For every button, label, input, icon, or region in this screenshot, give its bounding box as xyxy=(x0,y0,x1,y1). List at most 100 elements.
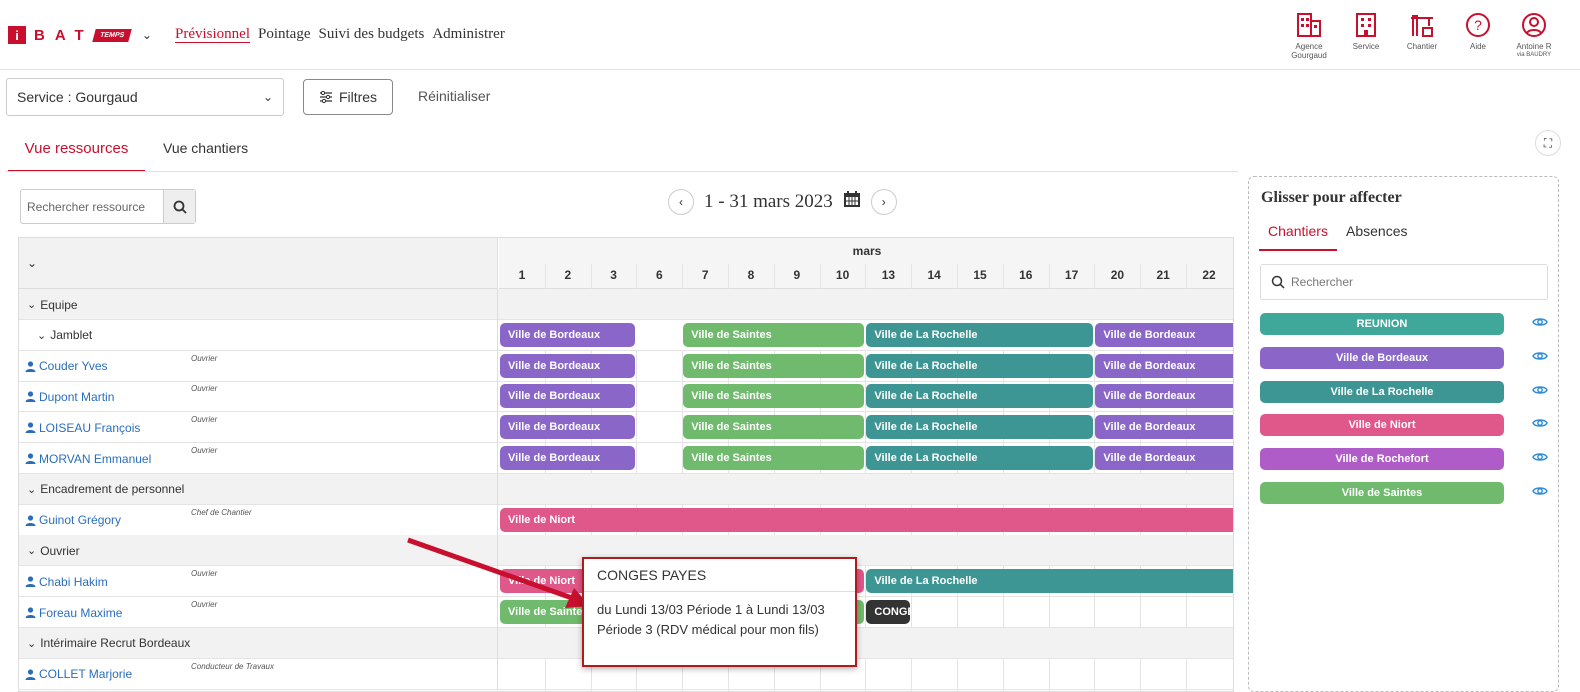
resource-role: Chef de Chantier xyxy=(191,507,252,517)
assignment-bar[interactable]: Ville de Bordeaux xyxy=(500,446,636,470)
search-icon xyxy=(1271,275,1285,289)
assignment-bar[interactable]: Ville de Bordeaux xyxy=(1095,415,1233,440)
assignment-bar[interactable]: Ville de Bordeaux xyxy=(1095,322,1233,347)
month-label: mars xyxy=(852,244,882,258)
eye-icon[interactable] xyxy=(1532,484,1548,500)
reset-button[interactable]: Réinitialiser xyxy=(418,88,490,104)
chevron-down-icon[interactable]: ⌄ xyxy=(19,298,36,311)
fullscreen-icon[interactable]: ⛶ xyxy=(1535,130,1561,156)
assignment-bar[interactable]: Ville de Bordeaux xyxy=(1095,384,1233,409)
chevron-down-icon[interactable]: ⌄ xyxy=(19,329,46,342)
assignment-bar[interactable]: Ville de Saintes xyxy=(683,353,865,378)
resource-name[interactable]: Dupont Martin xyxy=(36,390,114,404)
tooltip-title: CONGES PAYES xyxy=(584,559,855,592)
day-header: 15 xyxy=(973,268,987,282)
chevron-left-icon[interactable]: ‹ xyxy=(668,189,694,215)
nav-pointage[interactable]: Pointage xyxy=(258,26,311,43)
chantier-chip[interactable]: Ville de Bordeaux xyxy=(1260,346,1504,369)
assignment-bar[interactable]: Ville de Niort xyxy=(500,507,1233,532)
user-icon xyxy=(1522,13,1546,37)
assignment-bar[interactable]: Ville de Bordeaux xyxy=(500,415,636,440)
service-select[interactable]: Service : Gourgaud ⌄ xyxy=(6,78,284,116)
eye-icon[interactable] xyxy=(1532,416,1548,432)
chevron-down-icon[interactable]: ⌄ xyxy=(27,256,37,270)
tab-absences[interactable]: Absences xyxy=(1346,223,1407,239)
service-button[interactable]: Service xyxy=(1339,12,1393,51)
resource-name[interactable]: LOISEAU François xyxy=(36,421,140,435)
resource-name[interactable]: Chabi Hakim xyxy=(36,575,108,589)
chantier-chip[interactable]: Ville de Saintes xyxy=(1260,482,1504,504)
app-logo[interactable]: i BAT TEMPS ⌄ xyxy=(8,26,152,44)
assignment-bar[interactable]: Ville de Bordeaux xyxy=(1095,353,1233,378)
user-button[interactable]: Antoine R via BAUDRY xyxy=(1507,12,1561,60)
aide-button[interactable]: ? Aide xyxy=(1451,12,1505,51)
assignment-bar[interactable]: Ville de La Rochelle xyxy=(866,384,1094,409)
tab-vue-chantiers[interactable]: Vue chantiers xyxy=(163,140,248,156)
nav-administrer[interactable]: Administrer xyxy=(432,26,505,43)
calendar-icon[interactable] xyxy=(843,190,861,214)
resource-name[interactable]: Foreau Maxime xyxy=(36,606,122,620)
eye-icon[interactable] xyxy=(1532,349,1548,365)
chevron-down-icon[interactable]: ⌄ xyxy=(19,483,36,496)
assignment-bar[interactable]: Ville de La Rochelle xyxy=(866,353,1094,378)
resource-name[interactable]: MORVAN Emmanuel xyxy=(36,452,151,466)
agence-sub: Gourgaud xyxy=(1291,51,1327,60)
day-header: 16 xyxy=(1019,268,1033,282)
tab-chantiers[interactable]: Chantiers xyxy=(1259,221,1337,251)
resource-search[interactable]: Rechercher ressource xyxy=(20,189,196,224)
assignment-bar[interactable]: CONGES xyxy=(866,600,911,624)
chevron-down-icon[interactable]: ⌄ xyxy=(142,28,152,42)
nav-previsionnel[interactable]: Prévisionnel xyxy=(175,26,250,43)
day-header: 8 xyxy=(747,268,755,282)
chantier-chip[interactable]: REUNION xyxy=(1260,313,1504,335)
resource-role: Ouvrier xyxy=(191,384,218,394)
service-label: Service xyxy=(1352,42,1380,51)
row-label[interactable]: ⌄ Equipe xyxy=(19,289,498,320)
assignment-bar[interactable]: Ville de Bordeaux xyxy=(1095,446,1233,470)
agence-button[interactable]: Agence Gourgaud xyxy=(1282,12,1336,60)
assignment-bar[interactable]: Ville de Bordeaux xyxy=(500,384,636,409)
user-sub: via BAUDRY xyxy=(1516,52,1552,58)
assignment-bar[interactable]: Ville de Bordeaux xyxy=(500,322,636,347)
row-label[interactable]: ⌄ Intérimaire Recrut Bordeaux xyxy=(19,627,498,659)
chantier-chip[interactable]: Ville de Niort xyxy=(1260,414,1504,437)
person-icon xyxy=(19,422,36,434)
chantier-chip[interactable]: Ville de Rochefort xyxy=(1260,448,1504,471)
nav-suivi-budgets[interactable]: Suivi des budgets xyxy=(319,26,425,43)
aide-label: Aide xyxy=(1469,42,1486,51)
assignment-bar[interactable]: Ville de Saintes xyxy=(683,384,865,409)
chevron-down-icon[interactable]: ⌄ xyxy=(19,637,36,650)
person-icon xyxy=(19,607,36,618)
chevron-down-icon[interactable]: ⌄ xyxy=(19,544,36,557)
assignment-bar[interactable]: Ville de La Rochelle xyxy=(866,322,1094,347)
day-header: 17 xyxy=(1064,268,1079,282)
eye-icon[interactable] xyxy=(1532,315,1548,331)
assignment-bar[interactable]: Ville de Saintes xyxy=(683,446,865,470)
tab-vue-ressources[interactable]: Vue ressources xyxy=(8,137,145,172)
row-label[interactable]: ⌄ Encadrement de personnel xyxy=(19,473,498,505)
resource-search-input[interactable]: Rechercher ressource xyxy=(21,200,163,214)
chantier-button[interactable]: Chantier xyxy=(1395,12,1449,51)
assignment-bar[interactable]: Ville de Bordeaux xyxy=(500,353,636,378)
building-icon xyxy=(1356,13,1376,37)
eye-icon[interactable] xyxy=(1532,450,1548,466)
chevron-right-icon[interactable]: › xyxy=(870,189,897,215)
search-icon[interactable] xyxy=(163,190,195,223)
chantier-chip[interactable]: Ville de La Rochelle xyxy=(1260,380,1504,403)
assignment-bar[interactable]: Ville de La Rochelle xyxy=(866,446,1094,470)
assignment-bar[interactable]: Ville de Saintes xyxy=(683,322,865,347)
assignment-bar[interactable]: Ville de Saintes xyxy=(683,415,865,440)
eye-icon[interactable] xyxy=(1532,383,1548,399)
panel-search-input[interactable]: Rechercher xyxy=(1260,264,1548,300)
resource-name[interactable]: Guinot Grégory xyxy=(36,513,121,527)
resource-name[interactable]: COLLET Marjorie xyxy=(36,667,132,681)
row-label[interactable]: ⌄ Jamblet xyxy=(19,319,498,351)
assignment-bar[interactable]: Ville de La Rochelle xyxy=(866,415,1094,440)
annotation-arrow xyxy=(407,537,590,608)
assignment-bar[interactable]: Ville de La Rochelle xyxy=(866,569,1233,594)
filtres-button[interactable]: Filtres xyxy=(303,79,393,115)
chevron-down-icon: ⌄ xyxy=(262,90,273,104)
resource-role: Ouvrier xyxy=(191,600,218,609)
day-header: 2 xyxy=(564,268,572,282)
resource-name[interactable]: Couder Yves xyxy=(36,359,108,373)
